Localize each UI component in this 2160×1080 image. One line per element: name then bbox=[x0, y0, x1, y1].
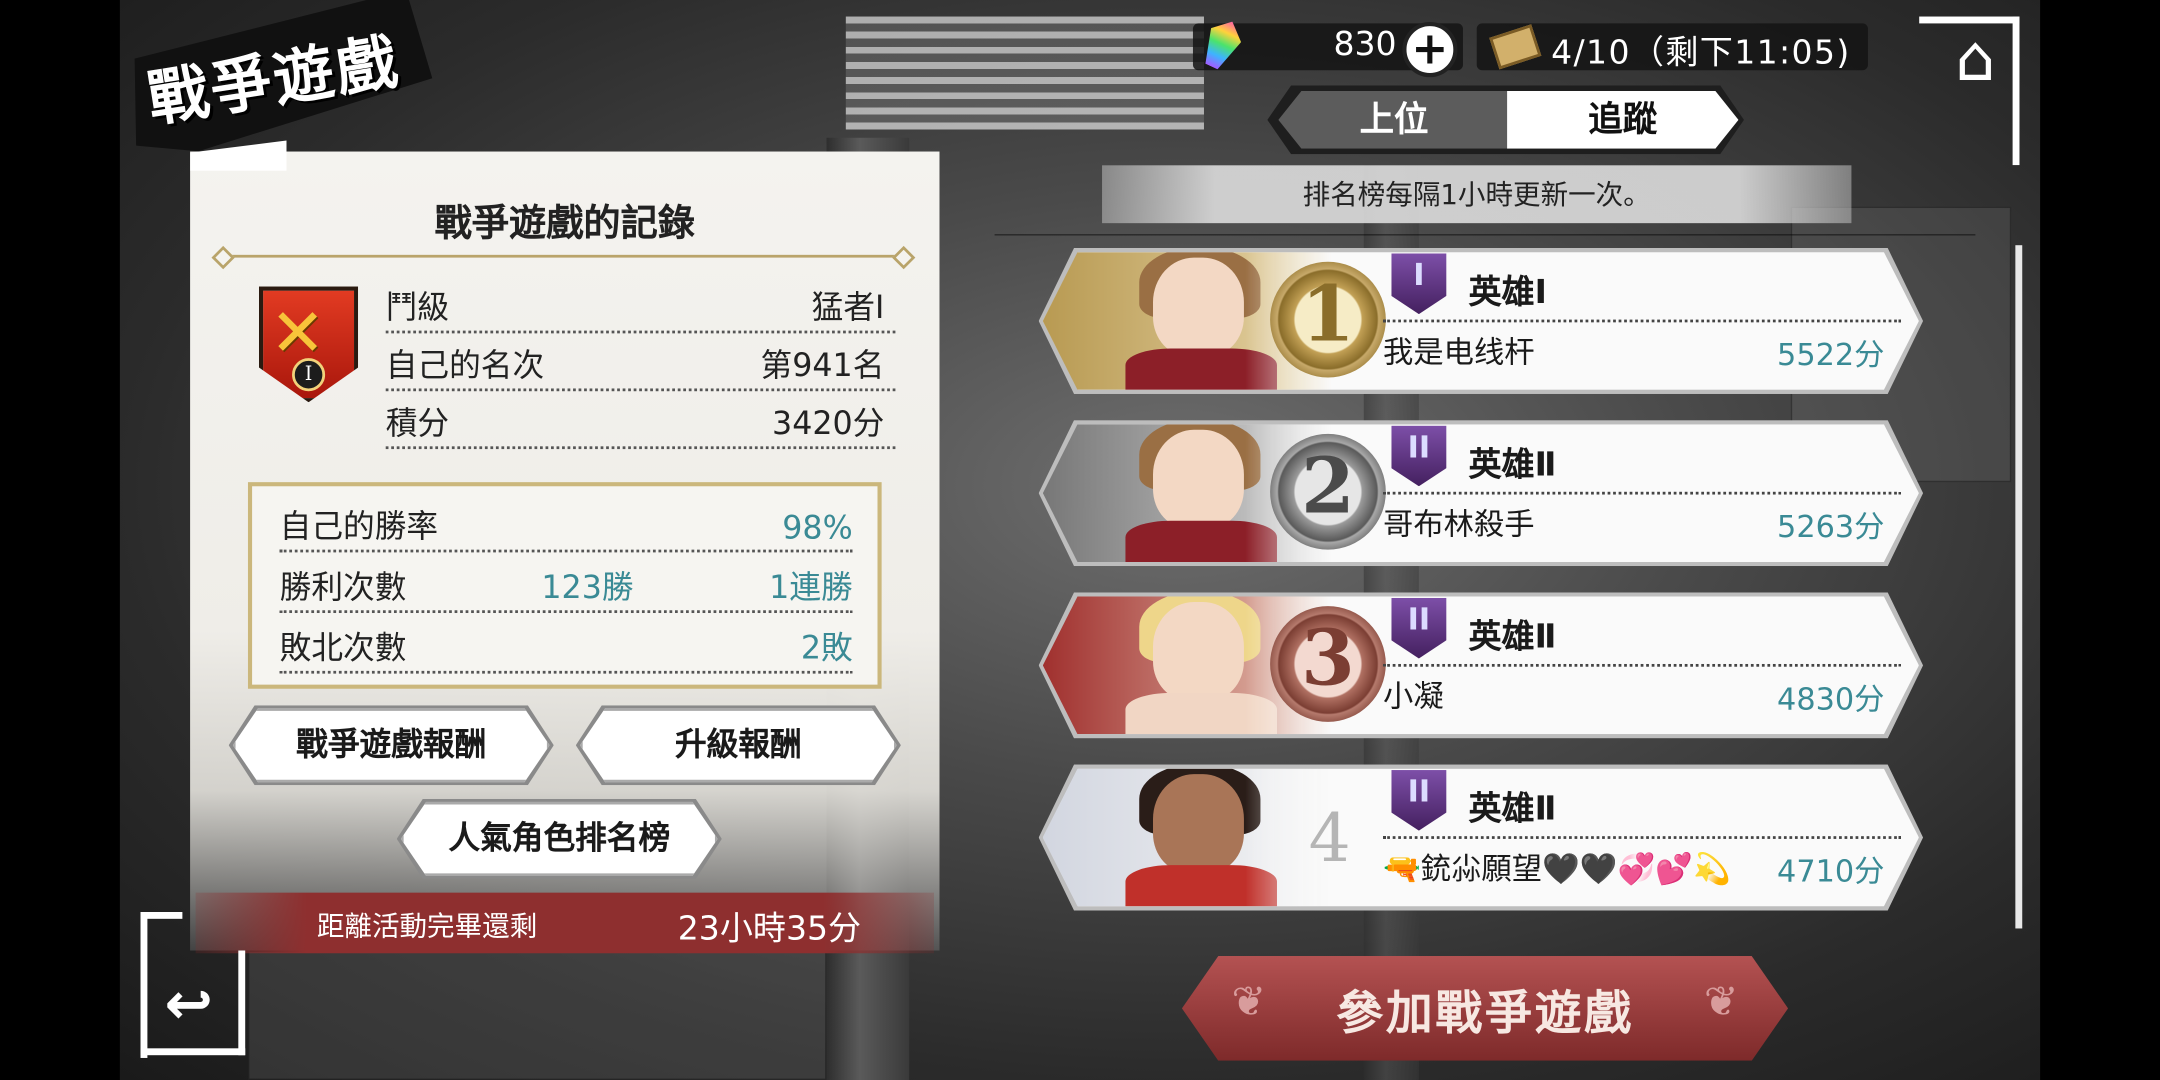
record-title: 戰爭遊戲的記錄 bbox=[434, 202, 695, 246]
ranking-scrollbar[interactable] bbox=[2015, 245, 2023, 929]
back-button[interactable]: ↩ bbox=[157, 969, 220, 1038]
tab-track[interactable]: 追蹤 bbox=[1507, 90, 1739, 149]
rank-emblem-icon: ✕ I bbox=[258, 286, 359, 403]
losses-row: 敗北次數 2敗 bbox=[279, 616, 853, 674]
screen-title: 戰爭遊戲 bbox=[143, 26, 405, 136]
losses-value: 2敗 bbox=[800, 630, 853, 667]
divider bbox=[220, 254, 907, 258]
rank-number: 4 bbox=[1308, 800, 1351, 878]
ranking-row[interactable]: 4 II 英雄Ⅱ 🔫銃尛願望🖤🖤💞💕💫 4710分 bbox=[1038, 764, 1924, 911]
win-rate-value: 98% bbox=[782, 511, 853, 547]
war-game-rewards-label: 戰爭遊戲報酬 bbox=[232, 708, 550, 783]
wins-row: 勝利次數 123勝 1連勝 bbox=[279, 555, 853, 614]
promotion-rewards-label: 升級報酬 bbox=[579, 708, 897, 783]
player-score: 5263分 bbox=[1777, 511, 1885, 546]
player-name: 哥布林殺手 bbox=[1383, 508, 1535, 543]
losses-label: 敗北次數 bbox=[279, 630, 407, 667]
ranking-row[interactable]: 2 II 英雄Ⅱ 哥布林殺手 5263分 bbox=[1038, 420, 1924, 567]
wins-label: 勝利次數 bbox=[279, 570, 407, 607]
countdown-label: 距離活動完畢還剩 bbox=[316, 909, 538, 943]
win-stats-box: 自己的勝率 98% 勝利次數 123勝 1連勝 敗北次數 2敗 bbox=[247, 482, 882, 689]
popular-ranking-button[interactable]: 人氣角色排名榜 bbox=[396, 798, 722, 879]
stat-row-class: 鬥級 猛者Ⅰ bbox=[385, 278, 896, 334]
join-label: 參加戰爭遊戲 bbox=[1336, 986, 1634, 1042]
home-button[interactable]: ⌂ bbox=[1934, 22, 2017, 94]
player-name: 我是电线杆 bbox=[1383, 336, 1535, 371]
player-name: 🔫銃尛願望🖤🖤💞💕💫 bbox=[1383, 852, 1731, 888]
stat-value: 猛者Ⅰ bbox=[811, 290, 885, 327]
promotion-rewards-button[interactable]: 升級報酬 bbox=[575, 705, 901, 786]
stat-label: 積分 bbox=[385, 406, 450, 443]
player-tier: 英雄Ⅱ bbox=[1468, 444, 1557, 484]
win-streak-value: 1連勝 bbox=[769, 570, 853, 607]
home-icon: ⌂ bbox=[1955, 20, 1996, 96]
ranking-tabs: 上位 追蹤 bbox=[1267, 85, 1744, 155]
ranking-update-notice: 排名榜每隔1小時更新一次。 bbox=[1102, 165, 1852, 224]
player-tier: 英雄Ⅰ bbox=[1468, 272, 1547, 312]
player-portrait bbox=[1042, 768, 1333, 907]
popular-ranking-label: 人氣角色排名榜 bbox=[400, 801, 718, 877]
gem-count: 830 bbox=[1333, 24, 1397, 64]
ornament-icon: ❦ bbox=[1703, 978, 1739, 1027]
stat-value: 3420分 bbox=[772, 406, 885, 443]
barred-window bbox=[845, 16, 1204, 130]
stat-label: 鬥級 bbox=[385, 290, 450, 327]
win-rate-row: 自己的勝率 98% bbox=[279, 495, 853, 553]
ranking-row[interactable]: 3 II 英雄Ⅱ 小凝 4830分 bbox=[1038, 592, 1924, 739]
war-game-screen: 戰爭遊戲 戰爭遊戲的記錄 ✕ I 鬥級 猛者Ⅰ 自己的名次 第941名 積分 3… bbox=[0, 0, 2160, 1080]
ticket-count: 4/10（剩下11:05) bbox=[1551, 33, 1851, 72]
join-war-game-button[interactable]: ❦ 參加戰爭遊戲 ❦ bbox=[1181, 956, 1789, 1061]
countdown-value: 23小時35分 bbox=[677, 909, 862, 948]
player-score: 5522分 bbox=[1777, 338, 1885, 374]
war-game-rewards-button[interactable]: 戰爭遊戲報酬 bbox=[228, 705, 554, 786]
tab-upper[interactable]: 上位 bbox=[1278, 90, 1510, 149]
letterbox-left bbox=[0, 0, 120, 1080]
stat-row-own-rank: 自己的名次 第941名 bbox=[385, 336, 896, 392]
bronze-medal-icon: 3 bbox=[1270, 606, 1386, 722]
player-score: 4830分 bbox=[1777, 683, 1885, 718]
gold-medal-icon: 1 bbox=[1270, 261, 1386, 378]
letterbox-right bbox=[2040, 0, 2160, 1080]
player-tier: 英雄Ⅱ bbox=[1468, 789, 1557, 828]
player-name: 小凝 bbox=[1383, 680, 1444, 715]
add-gems-button[interactable]: + bbox=[1402, 22, 1458, 78]
event-countdown: 距離活動完畢還剩 23小時35分 bbox=[195, 892, 934, 954]
wins-value: 123勝 bbox=[541, 570, 634, 607]
floor-stone bbox=[247, 950, 827, 1080]
win-rate-label: 自己的勝率 bbox=[279, 509, 439, 546]
stat-row-points: 積分 3420分 bbox=[385, 394, 896, 450]
stat-label: 自己的名次 bbox=[385, 348, 545, 385]
ranking-row[interactable]: 1 I 英雄Ⅰ 我是电线杆 5522分 bbox=[1038, 247, 1924, 394]
rank-emblem-numeral: I bbox=[292, 358, 326, 392]
player-tier: 英雄Ⅱ bbox=[1468, 617, 1557, 656]
record-panel: 戰爭遊戲的記錄 ✕ I 鬥級 猛者Ⅰ 自己的名次 第941名 積分 3420分 … bbox=[190, 140, 940, 954]
player-score: 4710分 bbox=[1777, 855, 1885, 890]
plus-icon: + bbox=[1411, 22, 1449, 75]
back-arrow-icon: ↩ bbox=[164, 969, 213, 1038]
stat-value: 第941名 bbox=[760, 348, 885, 385]
silver-medal-icon: 2 bbox=[1270, 433, 1386, 550]
